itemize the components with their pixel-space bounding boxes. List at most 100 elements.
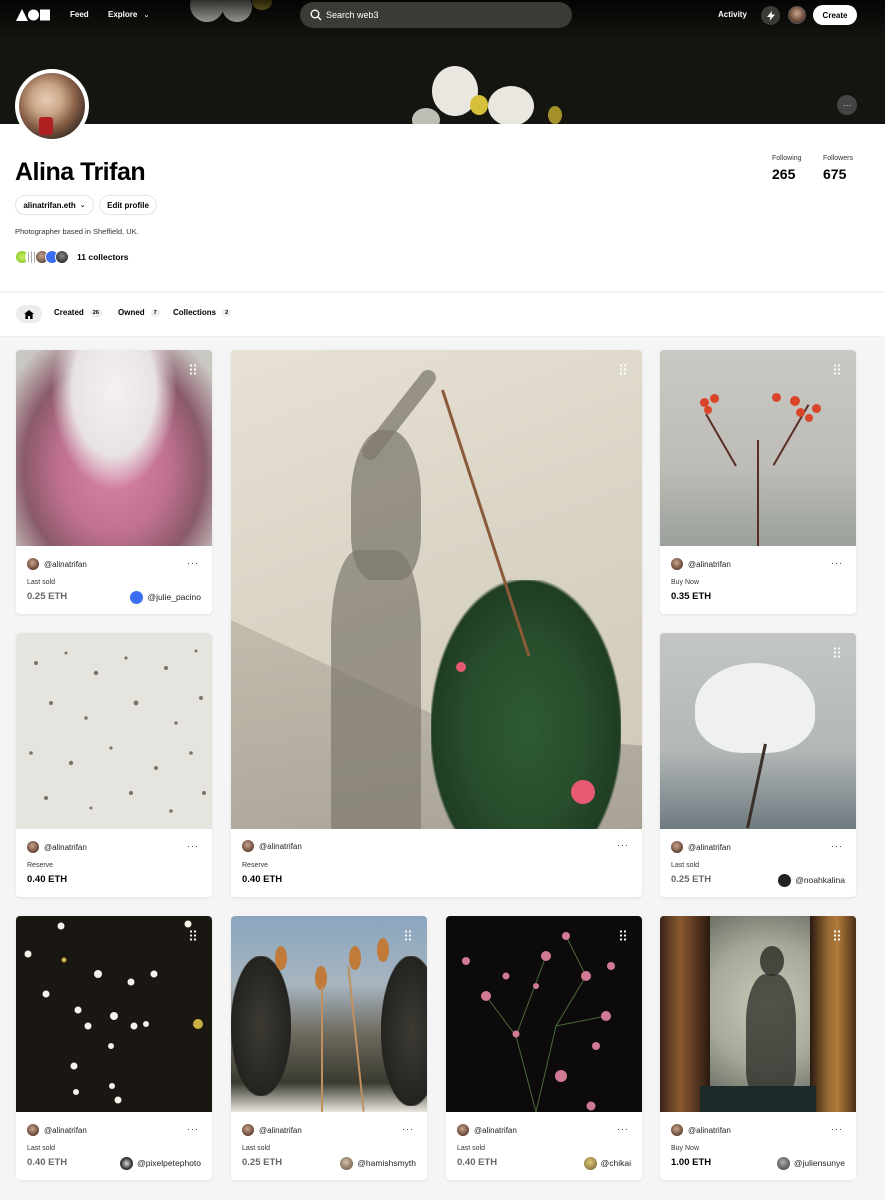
foundation-logo[interactable] (16, 9, 50, 21)
sale-status: Reserve (27, 862, 54, 869)
creator-avatar (671, 841, 683, 853)
tab-collections[interactable]: Collections 2 (173, 308, 232, 317)
top-nav: Feed Explore ⌄ Search web3 Activity Crea… (0, 0, 885, 30)
following-label: Following (772, 155, 802, 162)
nft-image-shadow-plant[interactable] (231, 350, 642, 829)
drag-handle-icon[interactable] (404, 930, 412, 941)
creator-avatar (671, 1124, 683, 1136)
create-button[interactable]: Create (813, 5, 857, 25)
tab-created[interactable]: Created 26 (54, 308, 102, 317)
card-more-button[interactable]: ··· (831, 841, 843, 851)
nav-explore-link[interactable]: Explore ⌄ (108, 10, 149, 19)
price: 1.00 ETH (671, 1157, 712, 1168)
price: 0.25 ETH (242, 1157, 283, 1168)
nft-card[interactable]: @alinatrifan ··· Last sold 0.40 ETH @chi… (446, 916, 642, 1180)
collectors-link[interactable]: 11 collectors (15, 249, 129, 265)
card-more-button[interactable]: ··· (402, 1124, 414, 1134)
creator-name: @alinatrifan (474, 1125, 517, 1135)
following-count[interactable]: 265 (772, 166, 795, 182)
creator-link[interactable]: @alinatrifan (27, 1123, 87, 1137)
creator-link[interactable]: @alinatrifan (27, 557, 87, 571)
chevron-down-icon: ⌄ (143, 12, 150, 19)
lightning-icon (766, 10, 775, 21)
creator-link[interactable]: @alinatrifan (242, 839, 302, 853)
nft-image-teasels[interactable] (231, 916, 427, 1112)
drag-handle-icon[interactable] (833, 364, 841, 375)
nft-image-white-flowers[interactable] (16, 916, 212, 1112)
profile-section: Alina Trifan alinatrifan.eth ⌄ Edit prof… (0, 124, 885, 292)
drag-handle-icon[interactable] (189, 364, 197, 375)
verbena-pattern (462, 932, 615, 1112)
tab-owned[interactable]: Owned 7 (118, 308, 160, 317)
tab-home[interactable] (16, 305, 42, 323)
profile-avatar-image (19, 73, 85, 139)
ens-dropdown-button[interactable]: alinatrifan.eth ⌄ (15, 195, 94, 215)
nft-card[interactable]: @alinatrifan ··· Buy Now 0.35 ETH (660, 350, 856, 614)
creator-link[interactable]: @alinatrifan (671, 840, 731, 854)
drag-handle-icon[interactable] (189, 930, 197, 941)
creator-link[interactable]: @alinatrifan (457, 1123, 517, 1137)
owner-link[interactable]: @hamishsmyth (340, 1156, 416, 1170)
flowers-pattern (24, 920, 203, 1104)
nav-feed-link[interactable]: Feed (70, 10, 89, 19)
card-more-button[interactable]: ··· (187, 1124, 199, 1134)
drag-handle-icon[interactable] (833, 930, 841, 941)
nft-image-snow-ground[interactable] (16, 633, 212, 829)
nft-card[interactable]: @alinatrifan ··· Buy Now 1.00 ETH @julie… (660, 916, 856, 1180)
profile-avatar (15, 69, 89, 143)
nft-image-verbena[interactable] (446, 916, 642, 1112)
banner-more-button[interactable]: ··· (837, 95, 857, 115)
nft-image-silhouette[interactable] (660, 916, 856, 1112)
collectors-count: 11 collectors (77, 252, 129, 262)
sale-status: Buy Now (671, 1145, 700, 1152)
owner-link[interactable]: @chikai (583, 1156, 631, 1170)
ens-label: alinatrifan.eth (23, 200, 76, 210)
nft-card[interactable]: @alinatrifan ··· Last sold 0.25 ETH @ham… (231, 916, 427, 1180)
creator-link[interactable]: @alinatrifan (242, 1123, 302, 1137)
owner-link[interactable]: @noahkalina (778, 873, 845, 887)
creator-link[interactable]: @alinatrifan (671, 1123, 731, 1137)
sale-status: Last sold (27, 1145, 56, 1152)
nft-card[interactable]: @alinatrifan ··· Reserve 0.40 ETH (16, 633, 212, 897)
card-more-button[interactable]: ··· (831, 558, 843, 568)
card-more-button[interactable]: ··· (187, 558, 199, 568)
sale-status: Reserve (242, 862, 269, 869)
nft-card[interactable]: @alinatrifan ··· Last sold 0.25 ETH @jul… (16, 350, 212, 614)
owner-link[interactable]: @julie_pacino (130, 590, 201, 604)
nft-image-hydrangea[interactable] (16, 350, 212, 546)
drag-handle-icon[interactable] (619, 364, 627, 375)
tab-created-count: 26 (89, 308, 102, 317)
collector-avatar (55, 250, 69, 264)
owner-link[interactable]: @juliensunye (776, 1156, 845, 1170)
drag-handle-icon[interactable] (833, 647, 841, 658)
followers-count[interactable]: 675 (823, 166, 846, 182)
nft-card[interactable]: @alinatrifan ··· Last sold 0.25 ETH @noa… (660, 633, 856, 897)
tab-collections-label: Collections (173, 308, 217, 317)
nft-image-snow-umbel[interactable] (660, 633, 856, 829)
more-horizontal-icon: ··· (842, 99, 852, 110)
owner-link[interactable]: @pixelpetephoto (120, 1156, 201, 1170)
nft-card[interactable]: @alinatrifan ··· Reserve 0.40 ETH (231, 350, 642, 897)
creator-name: @alinatrifan (44, 1125, 87, 1135)
card-more-button[interactable]: ··· (187, 841, 199, 851)
creator-name: @alinatrifan (44, 842, 87, 852)
nav-activity-link[interactable]: Activity (718, 10, 747, 19)
owner-avatar (776, 1156, 790, 1170)
card-more-button[interactable]: ··· (831, 1124, 843, 1134)
creator-avatar (27, 841, 39, 853)
lightning-button[interactable] (761, 6, 780, 25)
user-avatar-button[interactable] (788, 6, 806, 24)
card-more-button[interactable]: ··· (617, 840, 629, 850)
creator-name: @alinatrifan (259, 841, 302, 851)
nft-image-berries[interactable] (660, 350, 856, 546)
search-input[interactable]: Search web3 (300, 2, 572, 28)
chevron-down-icon: ⌄ (79, 202, 86, 209)
creator-link[interactable]: @alinatrifan (27, 840, 87, 854)
edit-profile-button[interactable]: Edit profile (99, 195, 157, 215)
creator-name: @alinatrifan (688, 842, 731, 852)
creator-link[interactable]: @alinatrifan (671, 557, 731, 571)
nft-card[interactable]: @alinatrifan ··· Last sold 0.40 ETH @pix… (16, 916, 212, 1180)
card-more-button[interactable]: ··· (617, 1124, 629, 1134)
owner-name: @juliensunye (793, 1158, 845, 1168)
drag-handle-icon[interactable] (619, 930, 627, 941)
